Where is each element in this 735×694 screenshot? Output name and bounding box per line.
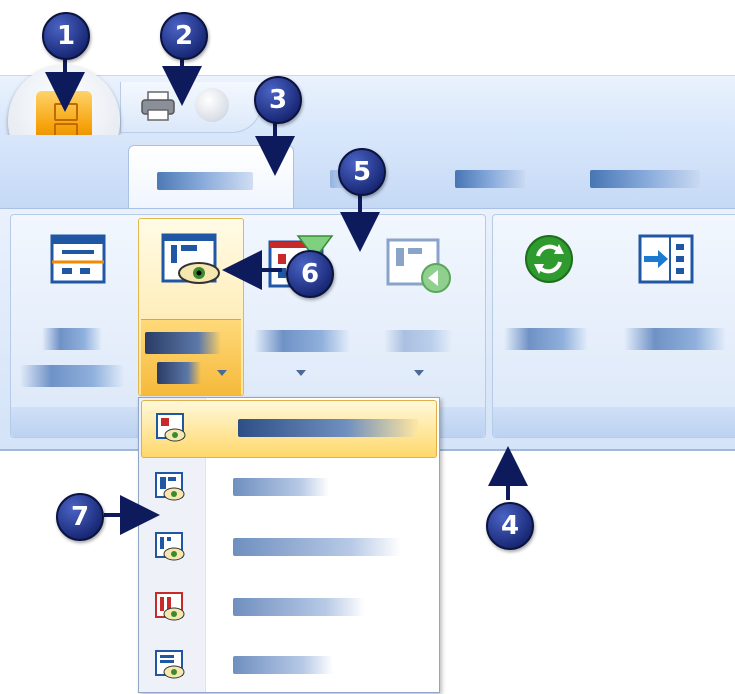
button-label bbox=[254, 330, 350, 352]
back-view-button[interactable] bbox=[368, 220, 472, 400]
menu-item-3[interactable] bbox=[141, 520, 435, 576]
chevron-down-icon bbox=[217, 370, 227, 376]
tab-active-label bbox=[157, 172, 253, 190]
callout-5: 5 bbox=[338, 148, 386, 196]
menu-item-label bbox=[233, 478, 329, 496]
tab-4[interactable] bbox=[590, 170, 700, 188]
callout-7: 7 bbox=[56, 493, 104, 541]
callout-6: 6 bbox=[286, 250, 334, 298]
menu-item-label bbox=[233, 656, 333, 674]
move-into-button[interactable] bbox=[622, 220, 726, 400]
view-eye-icon bbox=[155, 650, 185, 680]
button-label bbox=[157, 362, 201, 384]
filter-view-button[interactable] bbox=[250, 220, 354, 400]
menu-item-4[interactable] bbox=[141, 580, 435, 636]
view-eye-icon bbox=[155, 472, 185, 502]
view-eye-icon bbox=[156, 413, 186, 443]
layout-view-icon bbox=[50, 234, 106, 284]
menu-item-label bbox=[233, 538, 401, 556]
layout-view-button[interactable] bbox=[20, 220, 124, 400]
menu-item-label bbox=[233, 598, 365, 616]
menu-item-2[interactable] bbox=[141, 460, 435, 516]
tab-active[interactable] bbox=[128, 145, 294, 216]
view-back-icon bbox=[386, 234, 451, 293]
button-label bbox=[504, 328, 588, 350]
refresh-button[interactable] bbox=[500, 220, 604, 400]
menu-item-label bbox=[238, 419, 418, 437]
button-label bbox=[624, 328, 726, 350]
callout-1: 1 bbox=[42, 12, 90, 60]
menu-item-5[interactable] bbox=[141, 638, 435, 694]
button-label bbox=[145, 332, 221, 354]
view-dropdown-menu bbox=[138, 397, 440, 693]
move-into-icon bbox=[638, 234, 694, 284]
tab-3[interactable] bbox=[455, 170, 525, 188]
view-dropdown-button[interactable] bbox=[138, 218, 244, 396]
view-eye-icon bbox=[161, 233, 220, 284]
callout-4: 4 bbox=[486, 502, 534, 550]
chevron-down-icon bbox=[296, 370, 306, 376]
callout-3: 3 bbox=[254, 76, 302, 124]
button-label bbox=[384, 330, 452, 352]
dropdown-split-area[interactable] bbox=[141, 319, 241, 396]
refresh-icon bbox=[524, 234, 580, 284]
group-label-bar bbox=[493, 407, 735, 437]
button-label bbox=[42, 328, 102, 350]
menu-item-1[interactable] bbox=[141, 400, 437, 458]
view-eye-icon bbox=[155, 532, 185, 562]
callout-2: 2 bbox=[160, 12, 208, 60]
printer-icon[interactable] bbox=[140, 90, 176, 122]
button-label bbox=[20, 365, 124, 387]
view-eye-icon bbox=[155, 592, 185, 622]
circle-button-icon[interactable] bbox=[195, 88, 229, 122]
chevron-down-icon bbox=[414, 370, 424, 376]
